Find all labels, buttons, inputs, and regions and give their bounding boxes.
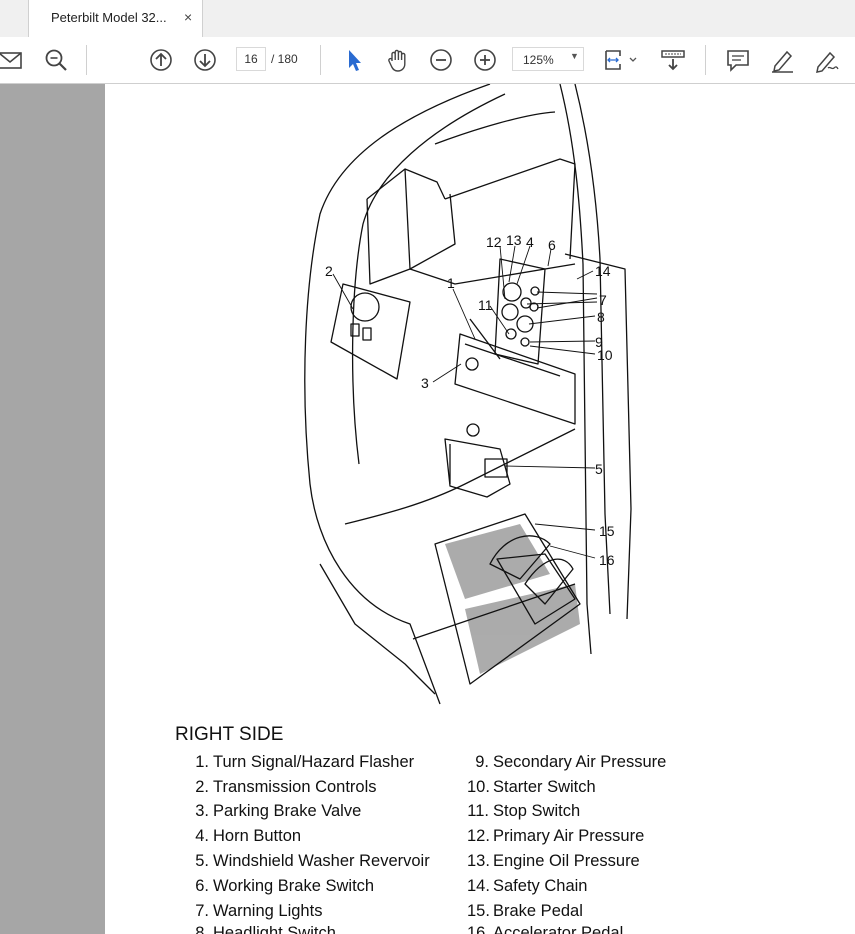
scroll-mode-icon[interactable] xyxy=(659,46,687,74)
document-gutter xyxy=(0,84,105,934)
legend-label: Warning Lights xyxy=(213,902,323,920)
legend-number: 11. xyxy=(467,802,489,820)
legend-number: 8. xyxy=(195,924,209,934)
callout-11: 11 xyxy=(478,297,493,313)
legend-label: Headlight Switch xyxy=(213,924,336,934)
legend-number: 10. xyxy=(467,778,490,796)
legend-label: Horn Button xyxy=(213,827,302,845)
legend-number: 5. xyxy=(195,852,209,870)
next-page-icon[interactable] xyxy=(191,46,219,74)
legend-label: Accelerator Pedal xyxy=(493,924,624,934)
comment-icon[interactable] xyxy=(724,46,752,74)
callout-10: 10 xyxy=(597,347,613,363)
legend-number: 1. xyxy=(195,753,209,771)
legend-label: Parking Brake Valve xyxy=(213,802,362,820)
page-number-input[interactable]: 16 xyxy=(236,47,266,71)
legend-number: 14. xyxy=(467,877,490,895)
legend-label: Turn Signal/Hazard Flasher xyxy=(213,753,415,771)
legend-number: 6. xyxy=(195,877,209,895)
callout-1: 1 xyxy=(447,275,455,291)
page-total: / 180 xyxy=(271,52,298,66)
legend-label: Brake Pedal xyxy=(493,902,583,920)
legend-label: Starter Switch xyxy=(493,778,596,796)
prev-page-icon[interactable] xyxy=(147,46,175,74)
zoom-select[interactable]: 125% ▼ xyxy=(512,47,584,71)
zoom-minus-icon[interactable] xyxy=(427,46,455,74)
section-title: RIGHT SIDE xyxy=(175,724,284,745)
callout-2: 2 xyxy=(325,263,333,279)
legend-number: 12. xyxy=(467,827,490,845)
highlight-icon[interactable] xyxy=(768,46,796,74)
legend-number: 15. xyxy=(467,902,490,920)
legend-number: 9. xyxy=(475,753,489,771)
close-tab-icon[interactable]: × xyxy=(184,9,192,25)
callout-4: 4 xyxy=(526,234,534,250)
legend-label: Transmission Controls xyxy=(213,778,377,796)
tab-bar: Peterbilt Model 32... × xyxy=(0,0,855,38)
legend-number: 4. xyxy=(195,827,209,845)
legend-label: Engine Oil Pressure xyxy=(493,852,640,870)
legend-label: Stop Switch xyxy=(493,802,581,820)
fit-page-icon[interactable] xyxy=(602,46,640,74)
zoom-out-icon[interactable] xyxy=(42,46,70,74)
toolbar-separator xyxy=(320,45,321,75)
legend-label: Safety Chain xyxy=(493,877,588,895)
zoom-value: 125% xyxy=(523,53,554,67)
cab-interior-diagram: 2 1 3 12 13 4 6 14 7 8 11 9 10 5 15 16 xyxy=(304,84,632,705)
legend-label: Windshield Washer Revervoir xyxy=(213,852,430,870)
callout-13: 13 xyxy=(506,232,522,248)
callout-3: 3 xyxy=(421,375,429,391)
callout-5: 5 xyxy=(595,461,603,477)
chevron-down-icon: ▼ xyxy=(570,51,579,61)
callout-15: 15 xyxy=(599,523,615,539)
toolbar-separator xyxy=(705,45,706,75)
hand-icon[interactable] xyxy=(384,46,412,74)
toolbar-separator xyxy=(86,45,87,75)
legend-label: Working Brake Switch xyxy=(213,877,375,895)
pdf-page[interactable]: 2 1 3 12 13 4 6 14 7 8 11 9 10 5 15 16 R… xyxy=(105,84,855,934)
callout-12: 12 xyxy=(486,234,502,250)
select-cursor-icon[interactable] xyxy=(340,46,368,74)
legend-number: 13. xyxy=(467,852,490,870)
legend-number: 3. xyxy=(195,802,209,820)
legend-label: Secondary Air Pressure xyxy=(493,753,667,771)
legend-number: 7. xyxy=(195,902,209,920)
callout-16: 16 xyxy=(599,552,615,568)
callout-6: 6 xyxy=(548,237,556,253)
callout-14: 14 xyxy=(595,263,611,279)
mail-icon[interactable] xyxy=(0,46,24,74)
document-tab-title: Peterbilt Model 32... xyxy=(51,10,167,25)
zoom-plus-icon[interactable] xyxy=(471,46,499,74)
legend-label: Primary Air Pressure xyxy=(493,827,645,845)
callout-8: 8 xyxy=(597,309,605,325)
document-tab[interactable]: Peterbilt Model 32... × xyxy=(28,0,203,37)
sign-icon[interactable] xyxy=(812,46,840,74)
legend-number: 2. xyxy=(195,778,209,796)
legend-number: 16. xyxy=(467,924,490,934)
toolbar: 16 / 180 125% ▼ xyxy=(0,37,855,84)
callout-7: 7 xyxy=(599,292,607,308)
